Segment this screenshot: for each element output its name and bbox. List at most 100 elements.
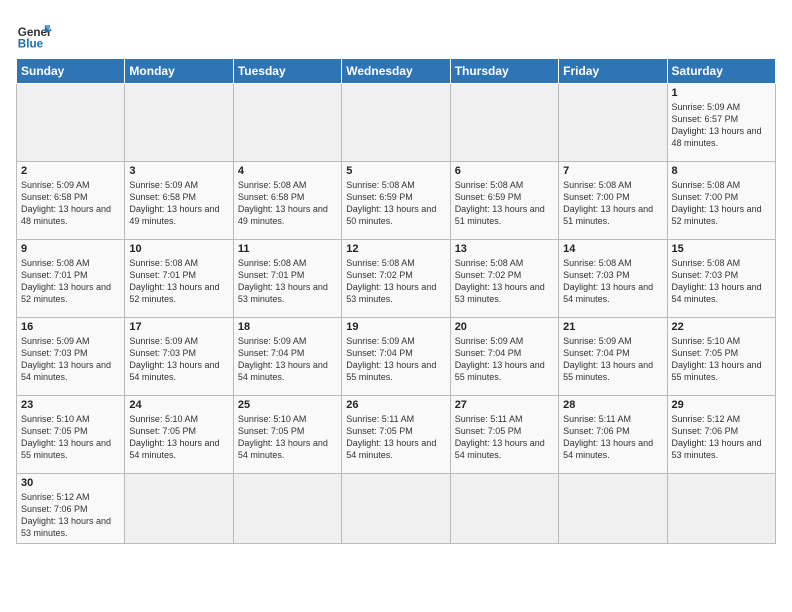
day-info: Sunrise: 5:12 AM Sunset: 7:06 PM Dayligh…	[21, 491, 120, 540]
day-number: 7	[563, 165, 662, 177]
calendar-cell: 16 Sunrise: 5:09 AM Sunset: 7:03 PM Dayli…	[17, 318, 125, 396]
day-info: Sunrise: 5:09 AM Sunset: 7:04 PM Dayligh…	[346, 335, 445, 384]
day-number: 28	[563, 399, 662, 411]
day-number: 16	[21, 321, 120, 333]
day-number: 24	[129, 399, 228, 411]
header: General Blue	[16, 16, 776, 52]
calendar-cell: 1 Sunrise: 5:09 AM Sunset: 6:57 PM Daylig…	[667, 84, 775, 162]
week-row-5: 30 Sunrise: 5:12 AM Sunset: 7:06 PM Dayli…	[17, 474, 776, 544]
day-number: 4	[238, 165, 337, 177]
day-info: Sunrise: 5:08 AM Sunset: 6:59 PM Dayligh…	[346, 179, 445, 228]
general-blue-logo-icon: General Blue	[16, 16, 52, 52]
calendar-cell: 15 Sunrise: 5:08 AM Sunset: 7:03 PM Dayli…	[667, 240, 775, 318]
weekday-header-saturday: Saturday	[667, 59, 775, 84]
day-number: 9	[21, 243, 120, 255]
day-number: 18	[238, 321, 337, 333]
weekday-header-wednesday: Wednesday	[342, 59, 450, 84]
day-number: 14	[563, 243, 662, 255]
day-number: 13	[455, 243, 554, 255]
day-info: Sunrise: 5:09 AM Sunset: 7:04 PM Dayligh…	[563, 335, 662, 384]
day-info: Sunrise: 5:08 AM Sunset: 7:02 PM Dayligh…	[346, 257, 445, 306]
day-number: 15	[672, 243, 771, 255]
day-info: Sunrise: 5:08 AM Sunset: 6:59 PM Dayligh…	[455, 179, 554, 228]
calendar-cell	[125, 474, 233, 544]
calendar-cell	[667, 474, 775, 544]
logo: General Blue	[16, 16, 52, 52]
day-number: 19	[346, 321, 445, 333]
calendar-cell	[450, 474, 558, 544]
calendar-cell: 4 Sunrise: 5:08 AM Sunset: 6:58 PM Daylig…	[233, 162, 341, 240]
day-number: 23	[21, 399, 120, 411]
calendar-cell: 6 Sunrise: 5:08 AM Sunset: 6:59 PM Daylig…	[450, 162, 558, 240]
week-row-3: 16 Sunrise: 5:09 AM Sunset: 7:03 PM Dayli…	[17, 318, 776, 396]
weekday-header-row: SundayMondayTuesdayWednesdayThursdayFrid…	[17, 59, 776, 84]
day-info: Sunrise: 5:08 AM Sunset: 6:58 PM Dayligh…	[238, 179, 337, 228]
day-info: Sunrise: 5:08 AM Sunset: 7:03 PM Dayligh…	[672, 257, 771, 306]
calendar-body: 1 Sunrise: 5:09 AM Sunset: 6:57 PM Daylig…	[17, 84, 776, 544]
day-info: Sunrise: 5:09 AM Sunset: 7:03 PM Dayligh…	[129, 335, 228, 384]
day-number: 30	[21, 477, 120, 489]
day-info: Sunrise: 5:11 AM Sunset: 7:06 PM Dayligh…	[563, 413, 662, 462]
day-info: Sunrise: 5:10 AM Sunset: 7:05 PM Dayligh…	[21, 413, 120, 462]
week-row-0: 1 Sunrise: 5:09 AM Sunset: 6:57 PM Daylig…	[17, 84, 776, 162]
calendar-cell: 28 Sunrise: 5:11 AM Sunset: 7:06 PM Dayli…	[559, 396, 667, 474]
day-info: Sunrise: 5:08 AM Sunset: 7:03 PM Dayligh…	[563, 257, 662, 306]
day-number: 12	[346, 243, 445, 255]
calendar-cell: 27Sunrise: 5:11 AM Sunset: 7:05 PM Dayli…	[450, 396, 558, 474]
calendar-cell	[450, 84, 558, 162]
weekday-header-thursday: Thursday	[450, 59, 558, 84]
day-number: 8	[672, 165, 771, 177]
day-info: Sunrise: 5:08 AM Sunset: 7:01 PM Dayligh…	[21, 257, 120, 306]
calendar-cell: 17 Sunrise: 5:09 AM Sunset: 7:03 PM Dayli…	[125, 318, 233, 396]
calendar-cell: 30 Sunrise: 5:12 AM Sunset: 7:06 PM Dayli…	[17, 474, 125, 544]
weekday-header-friday: Friday	[559, 59, 667, 84]
weekday-header-sunday: Sunday	[17, 59, 125, 84]
calendar-cell: 12 Sunrise: 5:08 AM Sunset: 7:02 PM Dayli…	[342, 240, 450, 318]
day-info: Sunrise: 5:09 AM Sunset: 6:58 PM Dayligh…	[129, 179, 228, 228]
day-info: Sunrise: 5:10 AM Sunset: 7:05 PM Dayligh…	[672, 335, 771, 384]
calendar-cell: 24 Sunrise: 5:10 AM Sunset: 7:05 PM Dayli…	[125, 396, 233, 474]
calendar-cell: 2 Sunrise: 5:09 AM Sunset: 6:58 PM Daylig…	[17, 162, 125, 240]
calendar-cell: 3 Sunrise: 5:09 AM Sunset: 6:58 PM Daylig…	[125, 162, 233, 240]
calendar-cell: 25 Sunrise: 5:10 AM Sunset: 7:05 PM Dayli…	[233, 396, 341, 474]
day-number: 3	[129, 165, 228, 177]
calendar-cell	[17, 84, 125, 162]
weekday-header-tuesday: Tuesday	[233, 59, 341, 84]
calendar-table: SundayMondayTuesdayWednesdayThursdayFrid…	[16, 58, 776, 544]
day-info: Sunrise: 5:10 AM Sunset: 7:05 PM Dayligh…	[129, 413, 228, 462]
calendar-cell: 14 Sunrise: 5:08 AM Sunset: 7:03 PM Dayli…	[559, 240, 667, 318]
day-number: 21	[563, 321, 662, 333]
calendar-cell: 22 Sunrise: 5:10 AM Sunset: 7:05 PM Dayli…	[667, 318, 775, 396]
calendar-cell: 23 Sunrise: 5:10 AM Sunset: 7:05 PM Dayli…	[17, 396, 125, 474]
calendar-cell: 5 Sunrise: 5:08 AM Sunset: 6:59 PM Daylig…	[342, 162, 450, 240]
day-info: Sunrise: 5:09 AM Sunset: 6:58 PM Dayligh…	[21, 179, 120, 228]
day-info: Sunrise: 5:08 AM Sunset: 7:02 PM Dayligh…	[455, 257, 554, 306]
calendar-cell	[233, 474, 341, 544]
day-info: Sunrise: 5:10 AM Sunset: 7:05 PM Dayligh…	[238, 413, 337, 462]
calendar-cell	[559, 474, 667, 544]
day-info: Sunrise: 5:09 AM Sunset: 7:04 PM Dayligh…	[238, 335, 337, 384]
calendar-cell: 10 Sunrise: 5:08 AM Sunset: 7:01 PM Dayli…	[125, 240, 233, 318]
day-number: 1	[672, 87, 771, 99]
day-info: Sunrise: 5:09 AM Sunset: 7:04 PM Dayligh…	[455, 335, 554, 384]
day-number: 17	[129, 321, 228, 333]
day-number: 22	[672, 321, 771, 333]
day-info: Sunrise: 5:11 AM Sunset: 7:05 PM Dayligh…	[346, 413, 445, 462]
calendar-cell	[125, 84, 233, 162]
day-info: Sunrise: 5:12 AM Sunset: 7:06 PM Dayligh…	[672, 413, 771, 462]
day-number: 6	[455, 165, 554, 177]
day-info: Sunrise: 5:08 AM Sunset: 7:01 PM Dayligh…	[129, 257, 228, 306]
week-row-4: 23 Sunrise: 5:10 AM Sunset: 7:05 PM Dayli…	[17, 396, 776, 474]
day-number: 25	[238, 399, 337, 411]
day-number: 5	[346, 165, 445, 177]
day-info: Sunrise: 5:09 AM Sunset: 6:57 PM Dayligh…	[672, 101, 771, 150]
calendar-cell: 9 Sunrise: 5:08 AM Sunset: 7:01 PM Daylig…	[17, 240, 125, 318]
calendar-header: SundayMondayTuesdayWednesdayThursdayFrid…	[17, 59, 776, 84]
day-info: Sunrise: 5:09 AM Sunset: 7:03 PM Dayligh…	[21, 335, 120, 384]
calendar-cell: 8Sunrise: 5:08 AM Sunset: 7:00 PM Daylig…	[667, 162, 775, 240]
day-number: 10	[129, 243, 228, 255]
day-number: 2	[21, 165, 120, 177]
day-number: 26	[346, 399, 445, 411]
day-number: 11	[238, 243, 337, 255]
calendar-cell: 7Sunrise: 5:08 AM Sunset: 7:00 PM Daylig…	[559, 162, 667, 240]
